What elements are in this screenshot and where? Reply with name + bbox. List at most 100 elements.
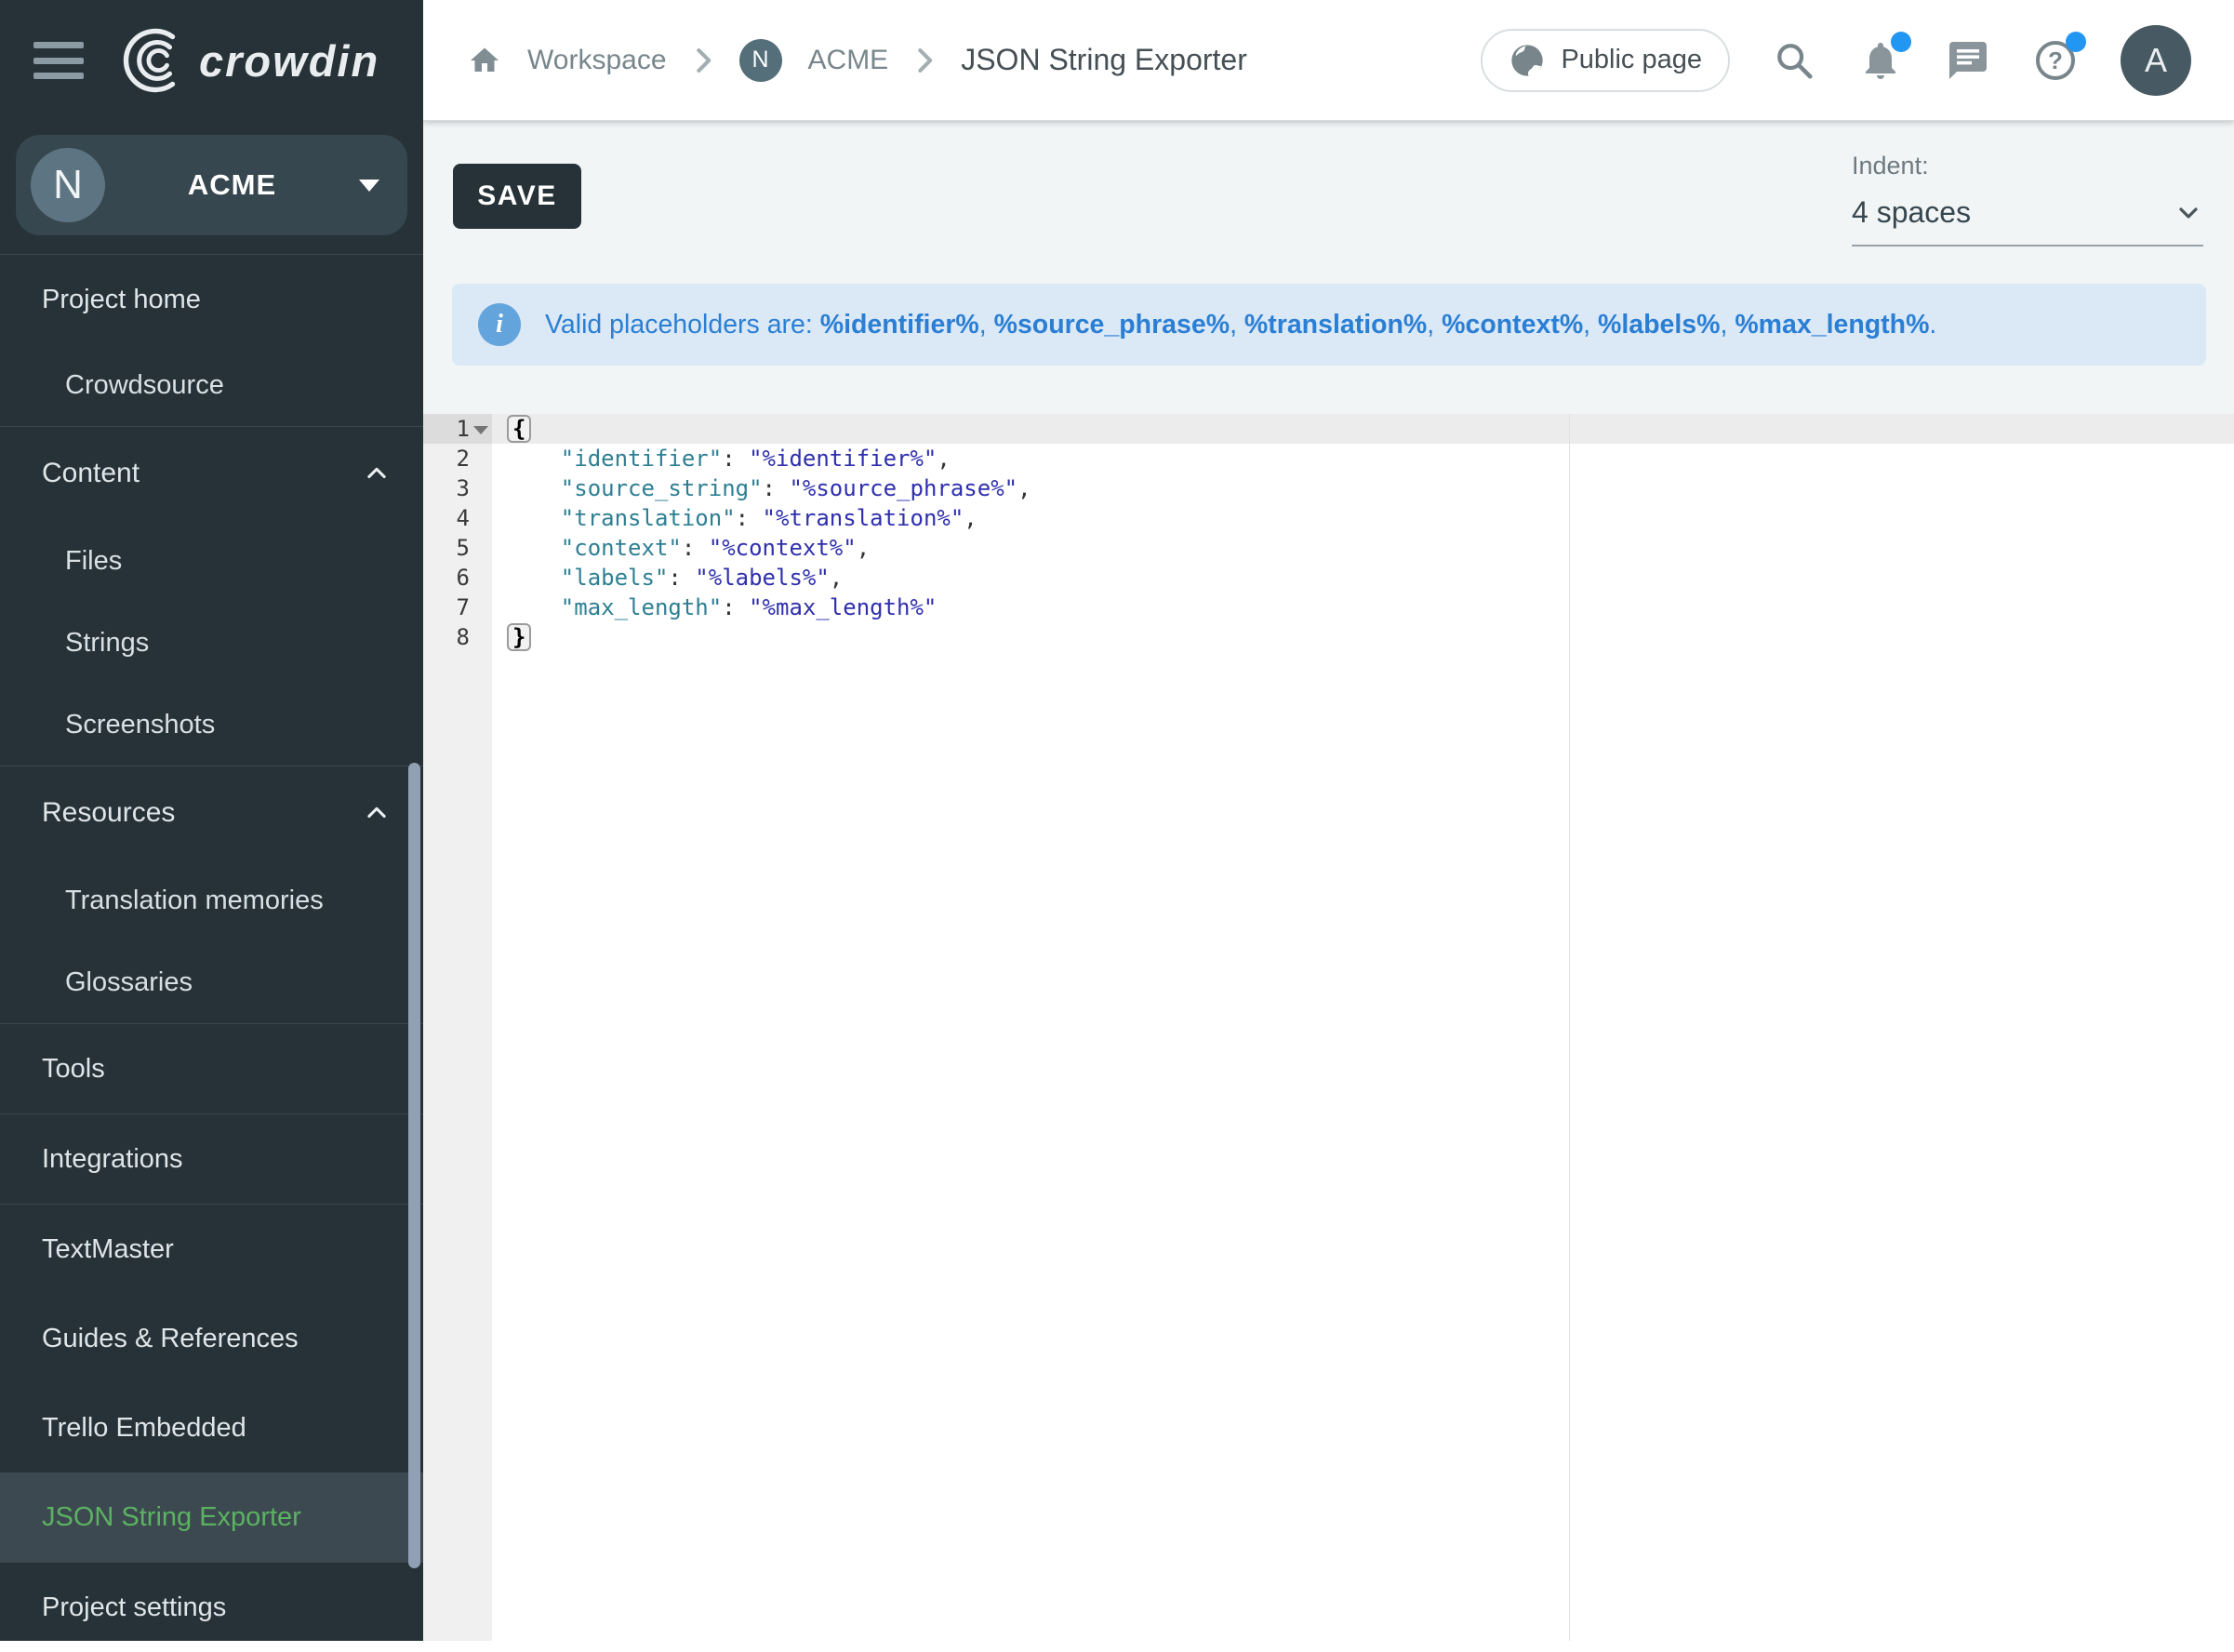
indent-control: Indent: 4 spaces bbox=[1852, 152, 2203, 246]
breadcrumb-workspace[interactable]: Workspace bbox=[527, 45, 667, 76]
code-token: "labels" bbox=[561, 565, 669, 591]
code-token bbox=[507, 565, 561, 591]
sidebar-item-strings[interactable]: Strings bbox=[0, 602, 423, 684]
crowdin-logo[interactable]: crowdin bbox=[121, 27, 379, 94]
sidebar-item-resources[interactable]: Resources bbox=[0, 766, 423, 859]
sidebar-item-guides-references[interactable]: Guides & References bbox=[0, 1294, 423, 1383]
sidebar-item-screenshots[interactable]: Screenshots bbox=[0, 684, 423, 766]
chevron-right-icon bbox=[693, 47, 713, 73]
code-token: : bbox=[668, 565, 695, 591]
placeholder-token: %identifier% bbox=[820, 310, 979, 340]
sidebar-item-glossaries[interactable]: Glossaries bbox=[0, 941, 423, 1023]
messages-button[interactable] bbox=[1946, 38, 1990, 83]
breadcrumb-project-avatar[interactable]: N bbox=[739, 39, 782, 82]
code-token: "identifier" bbox=[561, 446, 722, 472]
search-button[interactable] bbox=[1773, 39, 1815, 82]
sidebar-item-project-home[interactable]: Project home bbox=[0, 255, 423, 344]
code-token: "%source_phrase%" bbox=[789, 475, 1017, 501]
sidebar-item-label: Screenshots bbox=[65, 710, 215, 740]
code-token: , bbox=[857, 535, 870, 561]
code-token: , bbox=[964, 505, 977, 531]
sidebar-item-label: Translation memories bbox=[65, 886, 324, 916]
code-token bbox=[507, 446, 561, 472]
sidebar-item-textmaster[interactable]: TextMaster bbox=[0, 1205, 423, 1294]
chevron-down-icon bbox=[2174, 198, 2203, 228]
help-badge bbox=[2066, 32, 2086, 52]
code-token: : bbox=[722, 446, 749, 472]
chevron-right-icon bbox=[914, 47, 935, 73]
code-token bbox=[507, 594, 561, 620]
code-token: "max_length" bbox=[561, 594, 722, 620]
chevron-up-icon bbox=[364, 800, 390, 826]
sidebar-item-trello-embedded[interactable]: Trello Embedded bbox=[0, 1383, 423, 1472]
line-number: 7 bbox=[423, 593, 492, 622]
code-token: , bbox=[1017, 475, 1031, 501]
code-line[interactable]: "max_length": "%max_length%" bbox=[492, 593, 2234, 622]
code-token: : bbox=[722, 594, 749, 620]
menu-icon[interactable] bbox=[33, 42, 84, 79]
placeholder-token: %labels% bbox=[1598, 310, 1720, 340]
sidebar-scrollbar[interactable] bbox=[408, 763, 420, 1568]
sidebar-item-label: Project settings bbox=[42, 1592, 226, 1623]
indent-label: Indent: bbox=[1852, 152, 2203, 180]
project-switcher[interactable]: N ACME bbox=[16, 135, 407, 235]
code-token: "%identifier%" bbox=[749, 446, 937, 472]
sidebar-item-label: Files bbox=[65, 546, 122, 577]
sidebar-item-integrations[interactable]: Integrations bbox=[0, 1114, 423, 1204]
info-icon: i bbox=[478, 303, 521, 346]
notifications-button[interactable] bbox=[1858, 38, 1903, 83]
sidebar-item-label: Strings bbox=[65, 628, 149, 659]
code-line[interactable]: { bbox=[492, 414, 2234, 444]
main-content: SAVE Indent: 4 spaces i Valid placeholde… bbox=[423, 121, 2234, 1641]
sidebar-item-json-string-exporter[interactable]: JSON String Exporter bbox=[0, 1472, 423, 1562]
code-line[interactable]: "labels": "%labels%", bbox=[492, 563, 2234, 593]
editor-gutter: 12345678 bbox=[423, 414, 492, 1641]
user-avatar[interactable]: A bbox=[2121, 25, 2191, 96]
breadcrumb-project[interactable]: ACME bbox=[808, 45, 889, 76]
line-number: 4 bbox=[423, 503, 492, 533]
code-line[interactable]: } bbox=[492, 622, 2234, 652]
public-page-button[interactable]: Public page bbox=[1481, 29, 1730, 92]
caret-down-icon bbox=[359, 180, 379, 192]
home-icon[interactable] bbox=[468, 44, 501, 77]
info-banner: i Valid placeholders are: %identifier%, … bbox=[452, 284, 2206, 366]
svg-text:?: ? bbox=[2048, 47, 2063, 74]
sidebar-item-tools[interactable]: Tools bbox=[0, 1024, 423, 1113]
help-button[interactable]: ? bbox=[2033, 38, 2078, 83]
code-editor[interactable]: 12345678 { "identifier": "%identifier%",… bbox=[423, 414, 2234, 1641]
sidebar-item-label: Resources bbox=[42, 797, 175, 829]
line-number: 3 bbox=[423, 473, 492, 503]
code-line[interactable]: "translation": "%translation%", bbox=[492, 503, 2234, 533]
line-number: 8 bbox=[423, 622, 492, 652]
sidebar-item-files[interactable]: Files bbox=[0, 520, 423, 602]
code-token: "%max_length%" bbox=[749, 594, 937, 620]
sidebar-item-content[interactable]: Content bbox=[0, 427, 423, 520]
code-line[interactable]: "source_string": "%source_phrase%", bbox=[492, 473, 2234, 503]
sidebar-item-label: Content bbox=[42, 458, 140, 489]
placeholder-token: %max_length% bbox=[1735, 310, 1929, 340]
code-line[interactable]: "context": "%context%", bbox=[492, 533, 2234, 563]
sidebar-item-translation-memories[interactable]: Translation memories bbox=[0, 859, 423, 941]
sidebar-item-label: JSON String Exporter bbox=[42, 1502, 301, 1533]
code-token bbox=[507, 505, 561, 531]
crowdin-wordmark: crowdin bbox=[199, 35, 379, 87]
header-actions: Public page ? bbox=[1481, 25, 2234, 96]
globe-icon bbox=[1509, 42, 1546, 79]
code-line[interactable]: "identifier": "%identifier%", bbox=[492, 444, 2234, 473]
editor-code-area[interactable]: { "identifier": "%identifier%", "source_… bbox=[492, 414, 2234, 1641]
indent-select[interactable]: 4 spaces bbox=[1852, 195, 2203, 246]
save-button[interactable]: SAVE bbox=[453, 164, 581, 229]
code-token: : bbox=[736, 505, 763, 531]
sidebar-item-crowdsource[interactable]: Crowdsource bbox=[0, 344, 423, 426]
project-name: ACME bbox=[105, 168, 359, 202]
sidebar-item-label: Crowdsource bbox=[65, 370, 224, 401]
sidebar-item-project-settings[interactable]: Project settings bbox=[0, 1563, 423, 1652]
crowdin-swirl-icon bbox=[121, 27, 188, 94]
placeholder-token: %source_phrase% bbox=[994, 310, 1230, 340]
matched-bracket: } bbox=[507, 623, 531, 651]
sidebar-item-label: Integrations bbox=[42, 1144, 183, 1175]
fold-toggle-icon[interactable] bbox=[473, 426, 488, 434]
line-number: 6 bbox=[423, 563, 492, 593]
chevron-up-icon bbox=[364, 460, 390, 486]
line-number: 2 bbox=[423, 444, 492, 473]
